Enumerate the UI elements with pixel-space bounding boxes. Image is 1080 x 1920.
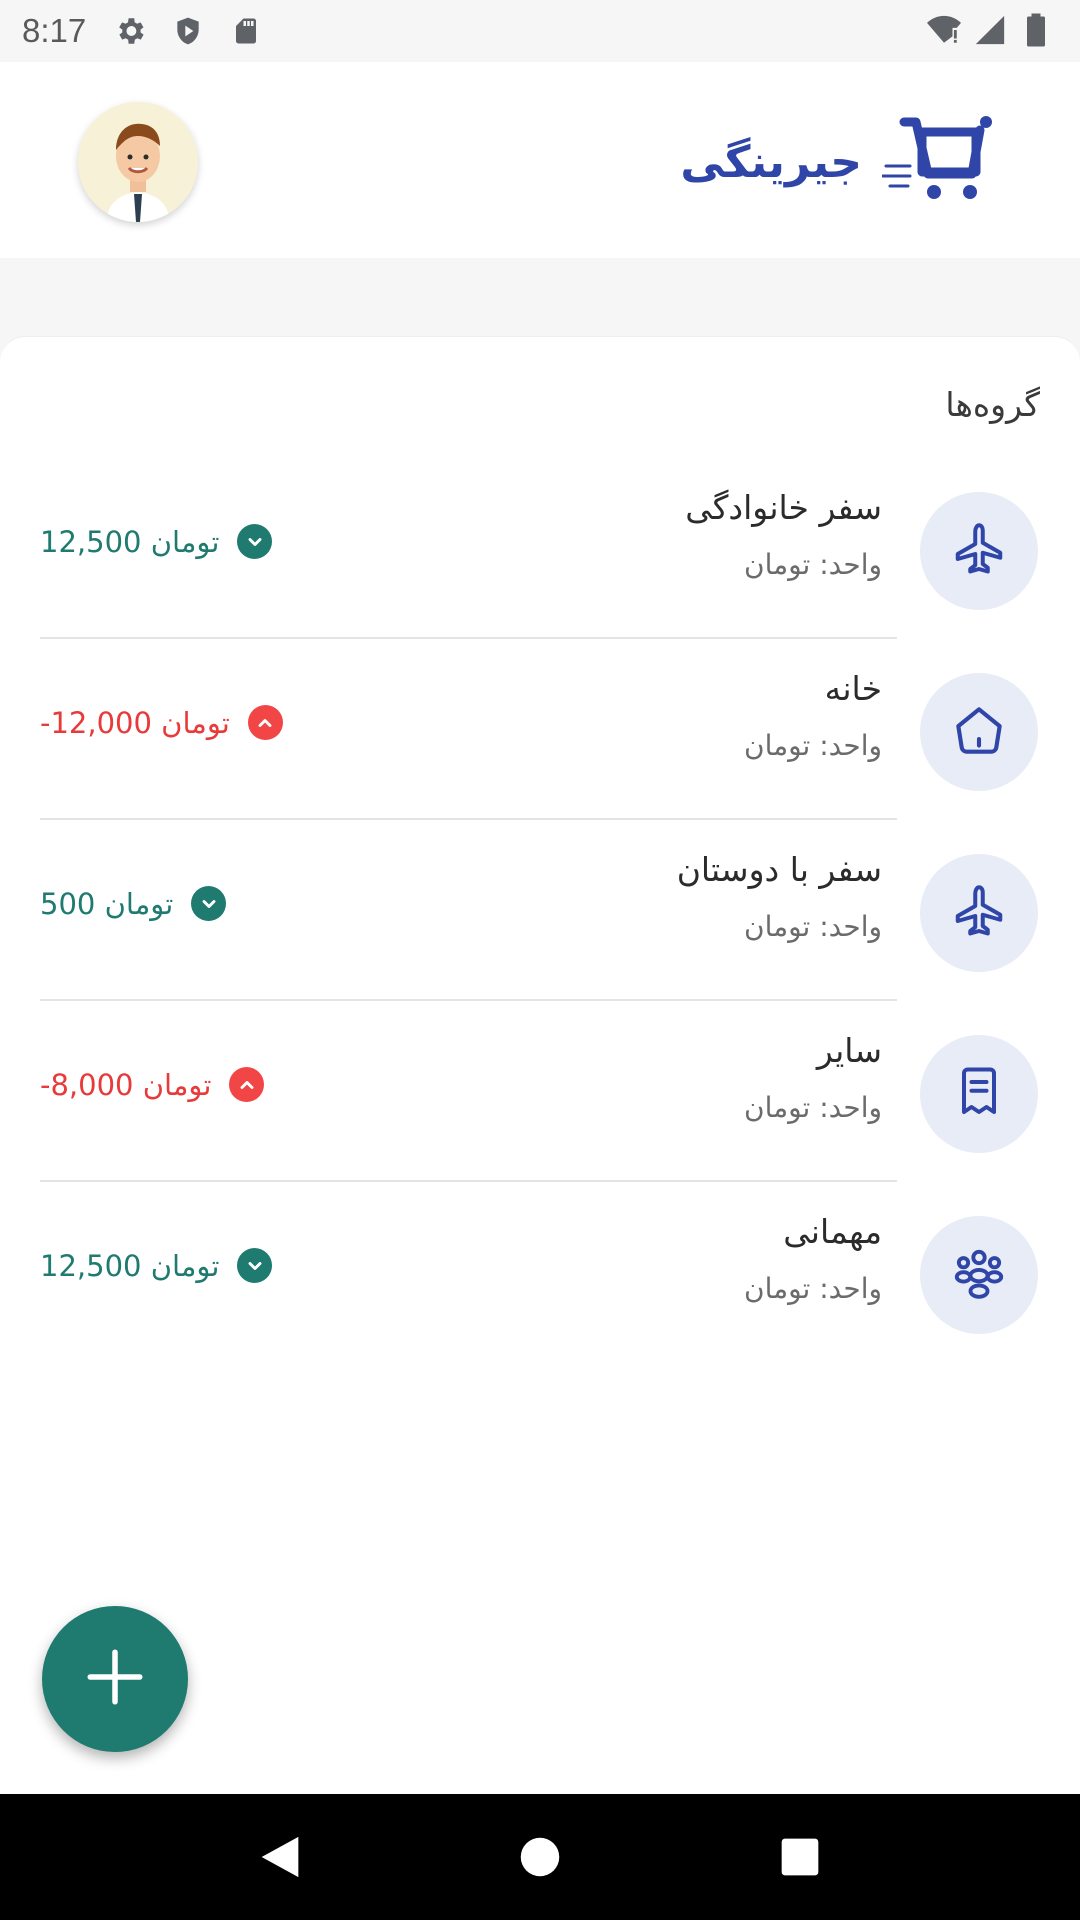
home-circle-icon [520, 1837, 560, 1877]
group-icon-bg [920, 1216, 1038, 1334]
balance-amount: 12,500 تومان [40, 1248, 220, 1283]
group-unit: واحد: تومان [744, 548, 882, 581]
group-balance: 12,500 تومان [40, 1248, 273, 1283]
sd-card-icon [228, 13, 264, 49]
receipt-icon [949, 1062, 1009, 1126]
group-name: خانه [824, 669, 882, 708]
status-left-icons [112, 13, 264, 49]
status-right-icons [926, 12, 1054, 48]
back-icon [261, 1836, 299, 1878]
airplane-icon [949, 881, 1009, 945]
balance-amount: -12,000 تومان [40, 705, 230, 740]
avatar[interactable] [78, 102, 198, 222]
group-balance: 12,500 تومان [40, 524, 273, 559]
group-balance: -12,000 تومان [40, 705, 283, 740]
group-balance: -8,000 تومان [40, 1067, 265, 1102]
back-button[interactable] [250, 1827, 310, 1887]
wifi-icon [926, 12, 962, 48]
home-icon [948, 699, 1010, 765]
group-icon-bg [920, 673, 1038, 791]
shopping-cart-icon [880, 110, 1002, 214]
brand: جیرینگی [680, 102, 1002, 222]
airplane-icon [949, 519, 1009, 583]
group-unit: واحد: تومان [744, 729, 882, 762]
brand-name: جیرینگی [680, 136, 862, 188]
group-item-family-trip[interactable]: سفر خانوادگی واحد: تومان 12,500 تومان [0, 458, 1080, 639]
balance-amount: 500 تومان [40, 886, 174, 921]
group-balance: 500 تومان [40, 886, 227, 921]
recents-button[interactable] [770, 1827, 830, 1887]
group-icon-bg [920, 854, 1038, 972]
recents-icon [781, 1838, 819, 1876]
group-name: مهمانی [783, 1212, 882, 1251]
home-button[interactable] [510, 1827, 570, 1887]
shield-icon [170, 13, 206, 49]
chevron-down-icon [237, 524, 273, 559]
chevron-up-icon [247, 705, 283, 740]
signal-icon [972, 12, 1008, 48]
system-nav-bar [0, 1794, 1080, 1920]
group-name: سفر با دوستان [676, 850, 882, 889]
settings-icon [112, 13, 148, 49]
chevron-down-icon [191, 886, 227, 921]
group-unit: واحد: تومان [744, 1272, 882, 1305]
balance-amount: -8,000 تومان [40, 1067, 212, 1102]
status-bar: 8:17 [0, 0, 1080, 62]
group-unit: واحد: تومان [744, 1091, 882, 1124]
group-unit: واحد: تومان [744, 910, 882, 943]
balance-amount: 12,500 تومان [40, 524, 220, 559]
group-icon-bg [920, 492, 1038, 610]
group-item-party[interactable]: مهمانی واحد: تومان 12,500 تومان [0, 1182, 1080, 1363]
add-group-button[interactable] [42, 1606, 188, 1752]
app-header: جیرینگی [0, 62, 1080, 258]
group-name: سایر [816, 1031, 882, 1070]
user-avatar-icon [78, 102, 198, 222]
status-time: 8:17 [22, 12, 87, 49]
group-item-friends-trip[interactable]: سفر با دوستان واحد: تومان 500 تومان [0, 820, 1080, 1001]
group-item-other[interactable]: سایر واحد: تومان -8,000 تومان [0, 1001, 1080, 1182]
battery-icon [1018, 12, 1054, 48]
chevron-up-icon [229, 1067, 265, 1102]
section-title: گروه‌ها [945, 385, 1040, 424]
plus-icon [82, 1644, 148, 1714]
chevron-down-icon [237, 1248, 273, 1283]
group-icon-bg [920, 1035, 1038, 1153]
group-item-home[interactable]: خانه واحد: تومان -12,000 تومان [0, 639, 1080, 820]
people-icon [948, 1242, 1010, 1308]
groups-card: گروه‌ها سفر خانوادگی واحد: تومان 12,500 … [0, 336, 1080, 1794]
group-name: سفر خانوادگی [685, 488, 882, 527]
